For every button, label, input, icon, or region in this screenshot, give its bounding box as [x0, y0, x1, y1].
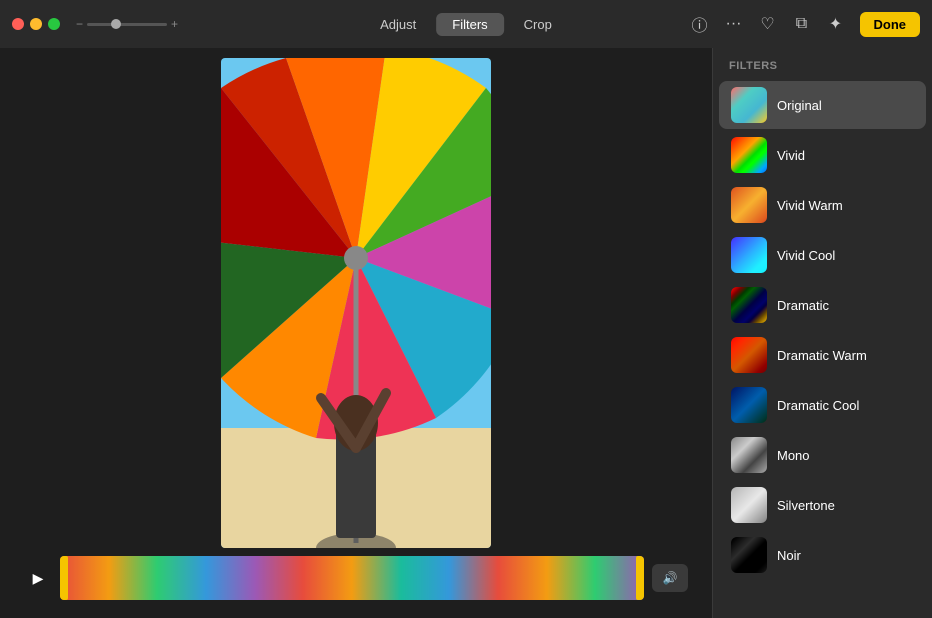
timeline-frame [498, 556, 547, 600]
close-button[interactable] [12, 18, 24, 30]
minimize-button[interactable] [30, 18, 42, 30]
crop-button[interactable]: Crop [508, 13, 568, 36]
filters-title: FILTERS [713, 60, 932, 80]
timeline-frame [255, 556, 304, 600]
timeline-area: ▶ [20, 548, 692, 608]
traffic-lights [12, 18, 60, 30]
timeline-frame [157, 556, 206, 600]
filter-item-mono[interactable]: Mono [719, 431, 926, 479]
brightness-control[interactable]: − + [76, 17, 178, 31]
video-area: ▶ [0, 48, 712, 618]
filter-label-noir: Noir [777, 548, 801, 563]
filter-label-mono: Mono [777, 448, 810, 463]
maximize-button[interactable] [48, 18, 60, 30]
photo-svg [221, 58, 491, 548]
timeline-handle-right[interactable] [636, 556, 644, 600]
timeline-frame [449, 556, 498, 600]
timeline-frame [206, 556, 255, 600]
filter-thumb-vivid-warm [731, 187, 767, 223]
brightness-plus-icon: + [171, 17, 178, 31]
filter-item-vivid-warm[interactable]: Vivid Warm [719, 181, 926, 229]
more-icon[interactable]: ··· [724, 14, 744, 34]
filter-item-silvertone[interactable]: Silvertone [719, 481, 926, 529]
adjust-button[interactable]: Adjust [364, 13, 432, 36]
filter-thumb-dramatic-warm [731, 337, 767, 373]
brightness-minus-icon: − [76, 17, 83, 31]
timeline-frame [352, 556, 401, 600]
filter-thumb-original [731, 87, 767, 123]
filter-thumb-noir [731, 537, 767, 573]
image-preview [221, 58, 491, 548]
filter-label-dramatic-cool: Dramatic Cool [777, 398, 859, 413]
filter-label-dramatic-warm: Dramatic Warm [777, 348, 867, 363]
heart-icon[interactable]: ♡ [758, 14, 778, 34]
filter-label-vivid: Vivid [777, 148, 805, 163]
filter-thumb-vivid-cool [731, 237, 767, 273]
filter-thumb-silvertone [731, 487, 767, 523]
timeline-frame [303, 556, 352, 600]
play-button[interactable]: ▶ [24, 564, 52, 592]
timeline-frame [109, 556, 158, 600]
toolbar-right: ⓘ ··· ♡ ⧉ ✦ Done [690, 12, 921, 37]
image-container [20, 58, 692, 548]
timeline-strip[interactable] [60, 556, 644, 600]
magic-icon[interactable]: ✦ [826, 14, 846, 34]
titlebar: − + Adjust Filters Crop ⓘ ··· ♡ ⧉ ✦ Done [0, 0, 932, 48]
filter-label-silvertone: Silvertone [777, 498, 835, 513]
filter-thumb-vivid [731, 137, 767, 173]
filter-item-dramatic-cool[interactable]: Dramatic Cool [719, 381, 926, 429]
filter-item-noir[interactable]: Noir [719, 531, 926, 579]
filter-thumb-dramatic-cool [731, 387, 767, 423]
timeline-frame [547, 556, 596, 600]
volume-button[interactable]: 🔊 [652, 564, 688, 592]
filter-label-original: Original [777, 98, 822, 113]
filter-item-dramatic-warm[interactable]: Dramatic Warm [719, 331, 926, 379]
filters-sidebar: FILTERS Original Vivid Vivid Warm Vivid … [712, 48, 932, 618]
filter-thumb-mono [731, 437, 767, 473]
timeline-frame [401, 556, 450, 600]
brightness-slider-thumb[interactable] [111, 19, 121, 29]
filter-label-vivid-warm: Vivid Warm [777, 198, 843, 213]
timeline-handle-left[interactable] [60, 556, 68, 600]
info-icon[interactable]: ⓘ [690, 14, 710, 34]
main-content: ▶ [0, 48, 932, 618]
filter-thumb-dramatic [731, 287, 767, 323]
done-button[interactable]: Done [860, 12, 921, 37]
filter-item-vivid[interactable]: Vivid [719, 131, 926, 179]
timeline-frames [60, 556, 644, 600]
filter-item-original[interactable]: Original [719, 81, 926, 129]
filters-button[interactable]: Filters [436, 13, 503, 36]
brightness-slider-track[interactable] [87, 23, 167, 26]
toolbar-center: Adjust Filters Crop [364, 13, 568, 36]
filter-label-vivid-cool: Vivid Cool [777, 248, 835, 263]
filter-item-dramatic[interactable]: Dramatic [719, 281, 926, 329]
duplicate-icon[interactable]: ⧉ [792, 14, 812, 34]
filter-item-vivid-cool[interactable]: Vivid Cool [719, 231, 926, 279]
filter-label-dramatic: Dramatic [777, 298, 829, 313]
